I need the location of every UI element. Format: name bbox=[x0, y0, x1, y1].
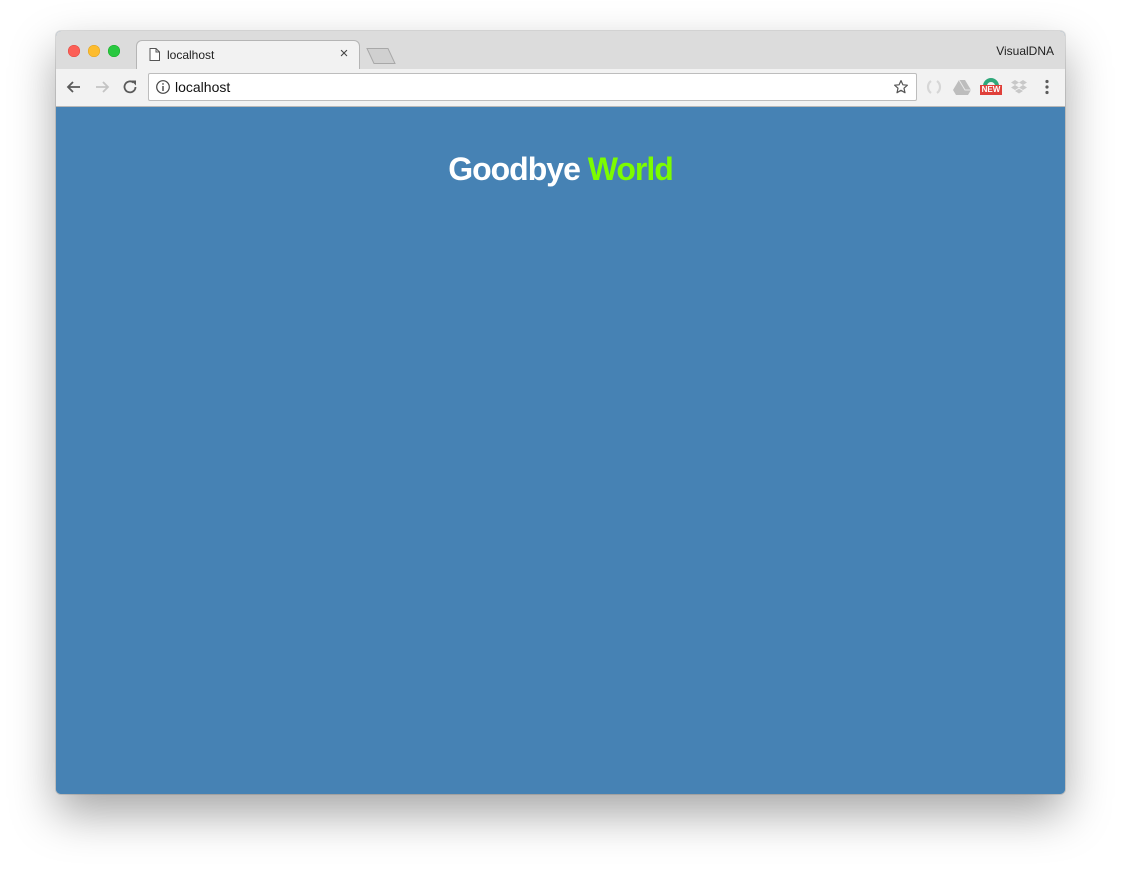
star-icon[interactable] bbox=[893, 79, 909, 95]
minimize-window-button[interactable] bbox=[88, 45, 100, 57]
browser-window: localhost × VisualDNA localhost NEW Good… bbox=[56, 31, 1065, 794]
reload-icon[interactable] bbox=[120, 77, 140, 97]
heading-word-goodbye: Goodbye bbox=[448, 151, 581, 187]
new-extension-icon[interactable]: NEW bbox=[980, 75, 1002, 97]
url-input[interactable] bbox=[175, 74, 865, 100]
title-bar: localhost × VisualDNA bbox=[56, 31, 1065, 70]
new-badge: NEW bbox=[980, 85, 1002, 95]
page-icon bbox=[149, 48, 160, 61]
page-content: Goodbye World bbox=[56, 107, 1065, 794]
heading-word-world: World bbox=[587, 151, 674, 187]
extension-icon[interactable] bbox=[924, 77, 944, 97]
dropbox-icon[interactable] bbox=[1009, 77, 1029, 97]
tab-close-icon[interactable]: × bbox=[337, 45, 351, 62]
menu-dots-icon[interactable] bbox=[1037, 77, 1057, 97]
forward-arrow-icon[interactable] bbox=[92, 77, 112, 97]
address-bar[interactable] bbox=[148, 73, 917, 101]
maximize-window-button[interactable] bbox=[108, 45, 120, 57]
new-tab-button[interactable] bbox=[366, 48, 396, 64]
profile-name[interactable]: VisualDNA bbox=[996, 44, 1054, 58]
drive-icon[interactable] bbox=[952, 77, 972, 97]
info-icon[interactable] bbox=[155, 79, 171, 95]
close-window-button[interactable] bbox=[68, 45, 80, 57]
tab-title: localhost bbox=[167, 48, 215, 62]
back-arrow-icon[interactable] bbox=[64, 77, 84, 97]
browser-toolbar: NEW bbox=[56, 69, 1065, 107]
page-heading: Goodbye World bbox=[56, 151, 1065, 188]
tab-localhost[interactable]: localhost × bbox=[136, 40, 360, 70]
